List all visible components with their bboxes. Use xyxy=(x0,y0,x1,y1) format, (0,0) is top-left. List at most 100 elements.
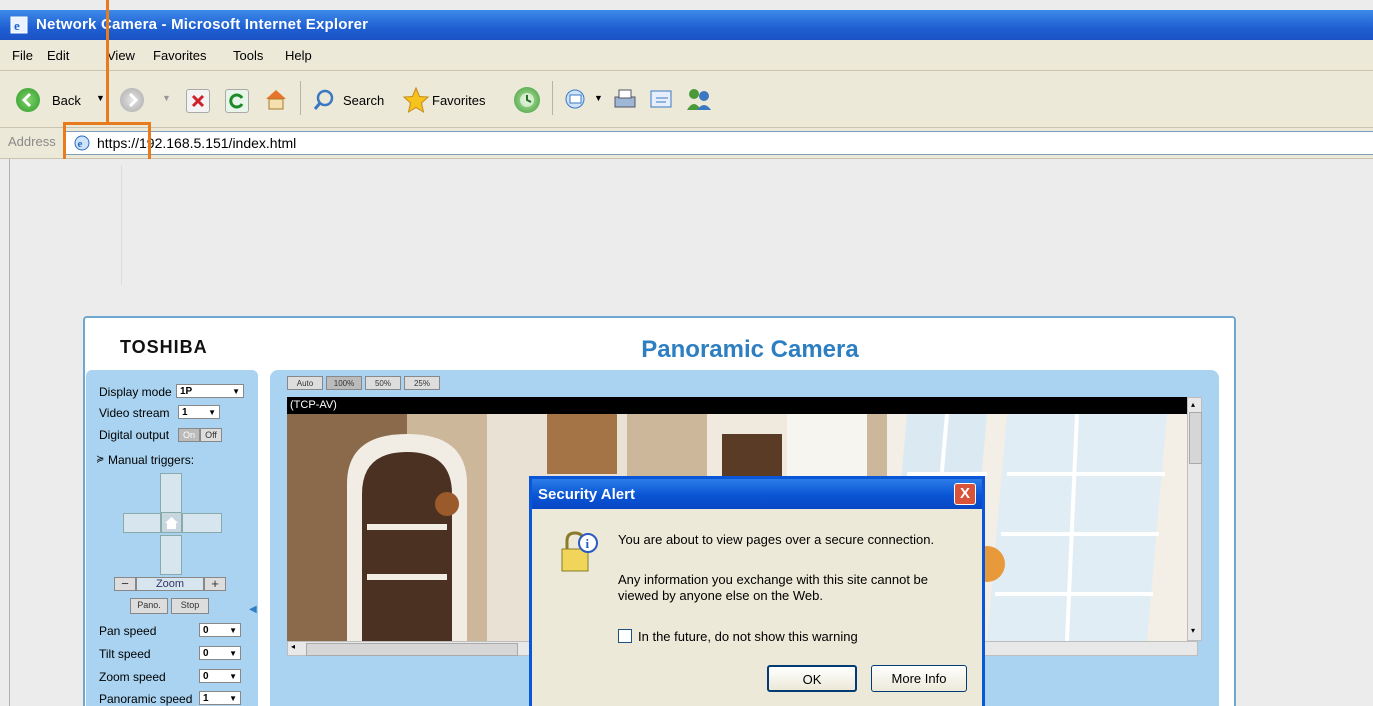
home-icon[interactable] xyxy=(263,87,289,111)
favorites-button-label[interactable]: Favorites xyxy=(432,93,485,108)
menu-help[interactable]: Help xyxy=(285,48,312,63)
search-button-label[interactable]: Search xyxy=(343,93,384,108)
digital-output-on-button[interactable]: On xyxy=(178,428,200,442)
print-icon[interactable] xyxy=(611,88,639,110)
more-info-button[interactable]: More Info xyxy=(871,665,967,692)
zoom-out-button[interactable]: − xyxy=(114,577,136,591)
back-button-label[interactable]: Back xyxy=(52,93,81,108)
edit-icon[interactable] xyxy=(648,88,676,110)
view-size-25-button[interactable]: 25% xyxy=(404,376,440,390)
toolbar: Back ▼ ▼ Search Favorites ▼ xyxy=(0,71,1373,128)
pan-left-button[interactable] xyxy=(123,513,161,533)
video-stream-value: 1 xyxy=(182,407,188,418)
favorites-star-icon[interactable] xyxy=(402,86,430,114)
chevron-down-icon: ▼ xyxy=(208,408,216,417)
zoom-in-button[interactable]: + xyxy=(204,577,226,591)
callout-line xyxy=(106,0,109,122)
window-title: Network Camera - Microsoft Internet Expl… xyxy=(36,16,369,33)
tilt-up-button[interactable] xyxy=(160,473,182,513)
expand-triangle-icon[interactable]: ≽ xyxy=(96,454,104,465)
pano-button[interactable]: Pano. xyxy=(130,598,168,614)
menu-bar: File Edit View Favorites Tools Help xyxy=(0,40,1373,71)
scroll-up-icon[interactable]: ▴ xyxy=(1191,400,1195,409)
manual-triggers-label[interactable]: Manual triggers: xyxy=(108,453,194,467)
menu-edit[interactable]: Edit xyxy=(47,48,69,63)
tilt-down-button[interactable] xyxy=(160,535,182,575)
address-label: Address xyxy=(8,134,56,149)
address-input[interactable]: e https://192.168.5.151/index.html xyxy=(64,131,1373,155)
home-position-icon[interactable] xyxy=(161,512,182,533)
view-size-50-button[interactable]: 50% xyxy=(365,376,401,390)
callout-highlight-box xyxy=(63,122,151,162)
ie-window-icon: e xyxy=(10,16,28,34)
dont-show-checkbox-label[interactable]: In the future, do not show this warning xyxy=(638,629,858,644)
vertical-scroll-thumb[interactable] xyxy=(1189,412,1202,464)
zoom-speed-label: Zoom speed xyxy=(99,670,166,684)
chevron-down-icon: ▼ xyxy=(229,672,237,681)
close-icon[interactable]: X xyxy=(954,483,976,505)
pan-speed-select[interactable]: 0 ▼ xyxy=(199,623,241,637)
view-size-100-button[interactable]: 100% xyxy=(326,376,362,390)
dialog-info-line-1: Any information you exchange with this s… xyxy=(618,572,929,587)
zoom-slider[interactable]: Zoom xyxy=(136,577,204,591)
page-divider xyxy=(121,165,122,285)
menu-favorites[interactable]: Favorites xyxy=(153,48,206,63)
video-stream-select[interactable]: 1 ▼ xyxy=(178,405,220,419)
toshiba-logo: TOSHIBA xyxy=(120,337,208,357)
lock-info-icon: i xyxy=(561,531,598,572)
panoramic-speed-select[interactable]: 1 ▼ xyxy=(199,691,241,705)
address-bar: Address e https://192.168.5.151/index.ht… xyxy=(0,128,1373,159)
search-icon[interactable] xyxy=(312,88,334,110)
chevron-down-icon: ▼ xyxy=(229,694,237,703)
title-bar: e Network Camera - Microsoft Internet Ex… xyxy=(0,10,1373,40)
view-size-auto-button[interactable]: Auto xyxy=(287,376,323,390)
panoramic-speed-label: Panoramic speed xyxy=(99,692,193,706)
ok-button[interactable]: OK xyxy=(767,665,857,692)
display-mode-value: 1P xyxy=(180,386,193,397)
refresh-icon[interactable] xyxy=(225,89,249,113)
menu-view[interactable]: View xyxy=(107,48,135,63)
video-header-bar: (TCP-AV) xyxy=(287,397,1198,414)
dialog-message: You are about to view pages over a secur… xyxy=(618,532,935,547)
display-mode-select[interactable]: 1P ▼ xyxy=(176,384,244,398)
svg-text:e: e xyxy=(14,18,20,33)
forward-arrow-icon[interactable] xyxy=(120,88,144,112)
scroll-left-icon[interactable]: ◂ xyxy=(291,642,295,651)
page-title: Panoramic Camera xyxy=(641,336,859,363)
toolbar-separator xyxy=(552,81,553,115)
tilt-speed-value: 0 xyxy=(203,648,209,659)
pan-right-button[interactable] xyxy=(182,513,222,533)
tilt-speed-label: Tilt speed xyxy=(99,647,151,661)
stream-protocol-label: (TCP-AV) xyxy=(290,399,337,411)
mail-dropdown-icon[interactable]: ▼ xyxy=(594,93,603,103)
pan-speed-label: Pan speed xyxy=(99,624,157,638)
dialog-title-bar: Security Alert X xyxy=(532,479,982,509)
panoramic-speed-value: 1 xyxy=(203,693,209,704)
mail-icon[interactable] xyxy=(563,88,591,110)
zoom-speed-value: 0 xyxy=(203,671,209,682)
collapse-panel-icon[interactable]: ◀ xyxy=(249,604,257,615)
tilt-speed-select[interactable]: 0 ▼ xyxy=(199,646,241,660)
display-mode-label: Display mode xyxy=(99,385,172,399)
toolbar-separator xyxy=(300,81,301,115)
menu-tools[interactable]: Tools xyxy=(233,48,263,63)
messenger-icon[interactable] xyxy=(684,86,714,112)
menu-file[interactable]: File xyxy=(12,48,33,63)
chevron-down-icon: ▼ xyxy=(229,626,237,635)
zoom-speed-select[interactable]: 0 ▼ xyxy=(199,669,241,683)
scroll-down-icon[interactable]: ▾ xyxy=(1191,626,1195,635)
digital-output-off-button[interactable]: Off xyxy=(200,428,222,442)
back-arrow-icon[interactable] xyxy=(16,88,40,112)
history-icon[interactable] xyxy=(514,87,540,113)
vertical-scrollbar[interactable]: ▴ ▾ xyxy=(1187,397,1202,641)
dont-show-checkbox[interactable] xyxy=(618,629,632,643)
digital-output-label: Digital output xyxy=(99,428,170,442)
stop-button[interactable]: Stop xyxy=(171,598,209,614)
back-dropdown-icon[interactable]: ▼ xyxy=(96,93,105,103)
chevron-down-icon: ▼ xyxy=(232,387,240,396)
stop-icon[interactable] xyxy=(186,89,210,113)
video-stream-label: Video stream xyxy=(99,406,170,420)
svg-text:i: i xyxy=(586,536,590,551)
horizontal-scroll-thumb[interactable] xyxy=(306,643,518,656)
forward-dropdown-icon[interactable]: ▼ xyxy=(162,93,171,103)
